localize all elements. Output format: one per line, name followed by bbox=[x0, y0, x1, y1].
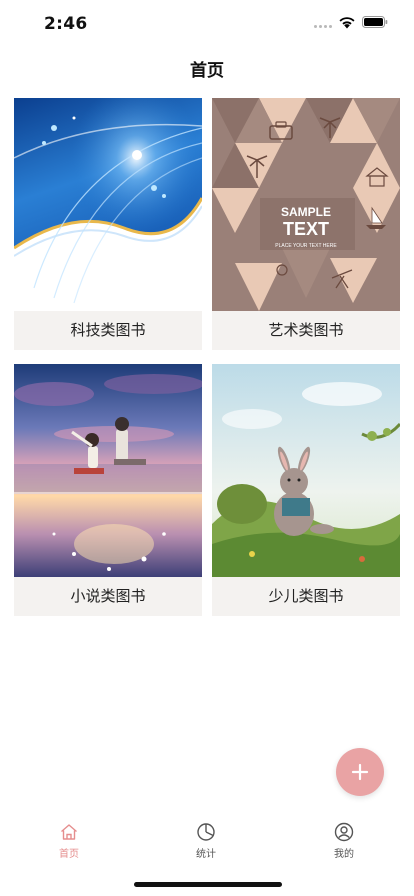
battery-icon bbox=[362, 16, 388, 28]
plus-icon bbox=[351, 763, 369, 781]
user-icon bbox=[334, 822, 354, 842]
home-icon bbox=[61, 824, 77, 840]
tab-mine[interactable]: 我的 bbox=[304, 822, 384, 860]
art-cover-image: SAMPLE TEXT PLACE YOUR TEXT HERE bbox=[212, 98, 400, 311]
children-cover-image bbox=[212, 364, 400, 577]
tab-statistics-label: 统计 bbox=[196, 849, 216, 860]
add-button[interactable] bbox=[336, 748, 384, 796]
novel-cover-image bbox=[14, 364, 202, 577]
category-label: 艺术类图书 bbox=[268, 321, 344, 339]
page-title: 首页 bbox=[190, 61, 224, 81]
tab-home-label: 首页 bbox=[59, 849, 79, 860]
status-time: 2:46 bbox=[44, 14, 88, 34]
tab-home[interactable]: 首页 bbox=[29, 822, 109, 860]
category-label: 小说类图书 bbox=[70, 587, 146, 605]
tab-statistics[interactable]: 统计 bbox=[166, 822, 246, 860]
tab-mine-label: 我的 bbox=[334, 849, 354, 860]
home-screen: 2:46 首页 科技类图书 SAMPLE TEXT PLACE YOUR TEX… bbox=[0, 0, 414, 896]
art-cover-subtitle: PLACE YOUR TEXT HERE bbox=[275, 243, 337, 249]
category-label: 少儿类图书 bbox=[268, 587, 344, 605]
category-card-children[interactable]: 少儿类图书 bbox=[212, 364, 400, 616]
wifi-icon bbox=[339, 17, 355, 29]
tech-cover-image bbox=[14, 98, 202, 311]
art-cover-title-2: TEXT bbox=[283, 219, 329, 239]
category-card-novel[interactable]: 小说类图书 bbox=[14, 364, 202, 616]
pie-chart-icon bbox=[197, 823, 215, 841]
category-card-art[interactable]: SAMPLE TEXT PLACE YOUR TEXT HERE 艺术类图书 bbox=[212, 98, 400, 350]
cellular-signal-icon bbox=[314, 25, 332, 29]
home-indicator bbox=[134, 882, 282, 887]
category-label: 科技类图书 bbox=[70, 321, 146, 339]
category-card-tech[interactable]: 科技类图书 bbox=[14, 98, 202, 350]
art-cover-title: SAMPLE bbox=[281, 205, 331, 219]
status-bar: 2:46 bbox=[0, 0, 414, 46]
